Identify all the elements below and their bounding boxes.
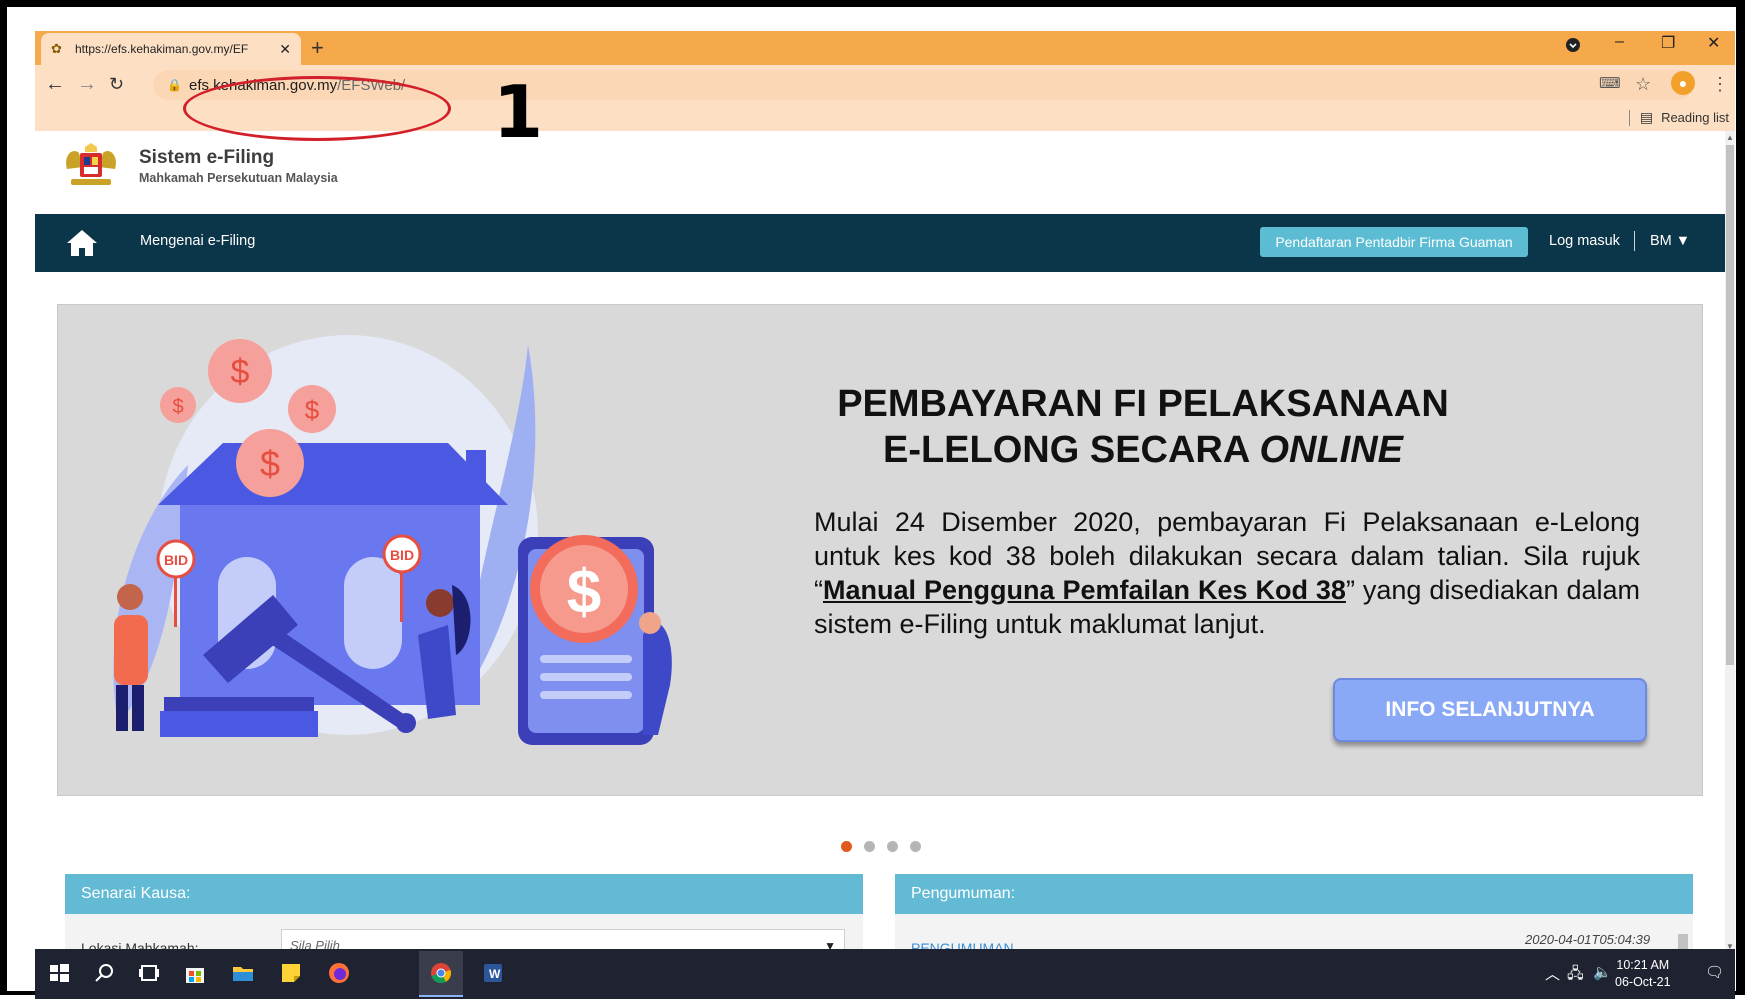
bid-sign-1: BID (164, 552, 188, 568)
bid-sign-2: BID (390, 547, 414, 563)
annotation-ellipse (183, 76, 451, 141)
close-tab-icon[interactable]: ✕ (279, 41, 291, 58)
network-icon[interactable]: 🖧 (1567, 963, 1584, 988)
site-subtitle: Mahkamah Persekutuan Malaysia (139, 171, 338, 185)
tray-chevron-icon[interactable]: ︿ (1545, 963, 1560, 984)
menu-kebab-icon[interactable]: ⋮ (1711, 74, 1729, 95)
restore-icon[interactable]: ❐ (1661, 33, 1675, 53)
firefox-icon[interactable] (327, 961, 351, 985)
banner-text: Mulai 24 Disember 2020, pembayaran Fi Pe… (814, 505, 1640, 641)
new-tab-button[interactable]: + (311, 35, 324, 61)
pengumuman-header: Pengumuman: (895, 874, 1693, 914)
carousel-dot-1[interactable] (841, 841, 852, 852)
senarai-kausa-panel: Senarai Kausa: Lokasi Mahkamah: Sila Pil… (65, 874, 863, 953)
banner-heading-line1: PEMBAYARAN FI PELAKSANAAN (837, 383, 1449, 425)
carousel-dot-3[interactable] (887, 841, 898, 852)
annotation-number: 1 (493, 70, 544, 154)
senarai-kausa-header: Senarai Kausa: (65, 874, 863, 914)
manual-link[interactable]: Manual Pengguna Pemfailan Kes Kod 38 (823, 575, 1346, 605)
scroll-up-icon[interactable]: ▲ (1726, 133, 1734, 142)
nav-divider (1634, 231, 1635, 251)
notifications-icon[interactable]: 🗨 (1705, 963, 1724, 981)
tab-title: https://efs.kehakiman.gov.my/EF (75, 42, 249, 56)
carousel-dot-2[interactable] (864, 841, 875, 852)
browser-window: ✿ https://efs.kehakiman.gov.my/EF ✕ + – … (35, 31, 1735, 999)
carousel-indicators (841, 841, 921, 852)
banner-heading-line2: E-LELONG SECARA (882, 429, 1260, 471)
language-dropdown[interactable]: BM ▼ (1650, 233, 1690, 249)
svg-text:$: $ (260, 443, 280, 484)
scrollbar-thumb[interactable] (1726, 145, 1734, 665)
browser-tab[interactable]: ✿ https://efs.kehakiman.gov.my/EF ✕ (41, 33, 301, 65)
back-icon[interactable]: ← (45, 73, 65, 96)
carousel-dot-4[interactable] (910, 841, 921, 852)
word-icon[interactable]: W (481, 961, 505, 985)
register-firm-admin-button[interactable]: Pendaftaran Pentadbir Firma Guaman (1260, 227, 1528, 257)
banner-heading: PEMBAYARAN FI PELAKSANAAN E-LELONG SECAR… (788, 381, 1498, 473)
taskbar-clock[interactable]: 10:21 AM 06-Oct-21 (1615, 957, 1671, 991)
svg-text:$: $ (231, 353, 250, 391)
task-view-icon[interactable] (137, 961, 161, 985)
windows-start-icon[interactable] (47, 961, 71, 985)
volume-icon[interactable]: 🔈 (1593, 963, 1612, 981)
pengumuman-date: 2020-04-01T05:04:39 (1525, 932, 1651, 947)
file-explorer-icon[interactable] (231, 961, 255, 985)
svg-text:W: W (489, 967, 501, 981)
site-header: Sistem e-Filing Mahkamah Persekutuan Mal… (35, 131, 1725, 207)
svg-text:$: $ (305, 395, 320, 425)
reading-list-button[interactable]: ▤ Reading list (1628, 109, 1729, 126)
clock-date: 06-Oct-21 (1615, 975, 1671, 989)
divider (1628, 109, 1630, 126)
login-link[interactable]: Log masuk (1549, 233, 1620, 249)
screenshot-frame: ✿ https://efs.kehakiman.gov.my/EF ✕ + – … (0, 0, 1745, 999)
home-icon[interactable] (65, 228, 99, 258)
forward-icon[interactable]: → (77, 73, 97, 96)
malaysia-crest-logo (66, 143, 116, 185)
tab-strip: ✿ https://efs.kehakiman.gov.my/EF ✕ + – … (35, 31, 1735, 65)
clock-time: 10:21 AM (1616, 958, 1670, 972)
windows-taskbar: W ︿ 🖧 🔈 10:21 AM 06-Oct-21 🗨 (35, 949, 1735, 999)
main-navbar: Mengenai e-Filing Pendaftaran Pentadbir … (35, 214, 1725, 272)
minimize-icon[interactable]: – (1615, 33, 1624, 51)
reading-list-icon: ▤ (1639, 109, 1654, 125)
info-selanjutnya-button[interactable]: INFO SELANJUTNYA (1333, 678, 1647, 742)
pengumuman-panel: Pengumuman: PENGUMUMAN 2020-04-01T05:04:… (895, 874, 1693, 953)
web-page: Sistem e-Filing Mahkamah Persekutuan Mal… (35, 131, 1725, 953)
page-scrollbar[interactable]: ▲ ▼ (1725, 131, 1735, 953)
pengumuman-body: PENGUMUMAN 2020-04-01T05:04:39 (895, 914, 1693, 953)
tab-search-icon[interactable] (1565, 37, 1581, 58)
search-icon[interactable] (93, 961, 117, 985)
translate-icon[interactable]: ⌨ (1599, 74, 1621, 92)
bookmark-star-icon[interactable]: ☆ (1635, 74, 1651, 95)
profile-avatar-icon[interactable]: ● (1671, 71, 1695, 95)
sticky-notes-icon[interactable] (279, 961, 303, 985)
crest-favicon-icon: ✿ (51, 41, 62, 56)
chrome-icon[interactable] (429, 961, 453, 985)
reload-icon[interactable]: ↻ (109, 74, 124, 95)
auction-illustration: $ $ $ $ BID BID $ (113, 335, 672, 745)
svg-text:$: $ (172, 396, 183, 418)
reading-list-label: Reading list (1661, 110, 1729, 125)
promo-banner: $ $ $ $ BID BID $ PEMBAYARAN FI PELAKSAN… (57, 304, 1703, 796)
nav-about-link[interactable]: Mengenai e-Filing (140, 233, 255, 249)
close-window-icon[interactable]: ✕ (1707, 33, 1720, 53)
store-icon[interactable] (183, 961, 207, 985)
banner-heading-online: ONLINE (1259, 429, 1404, 471)
lock-icon: 🔒 (167, 78, 182, 92)
site-title: Sistem e-Filing (139, 147, 275, 168)
svg-text:$: $ (567, 558, 601, 627)
senarai-kausa-body: Lokasi Mahkamah: Sila Pilih ▼ (65, 914, 863, 953)
